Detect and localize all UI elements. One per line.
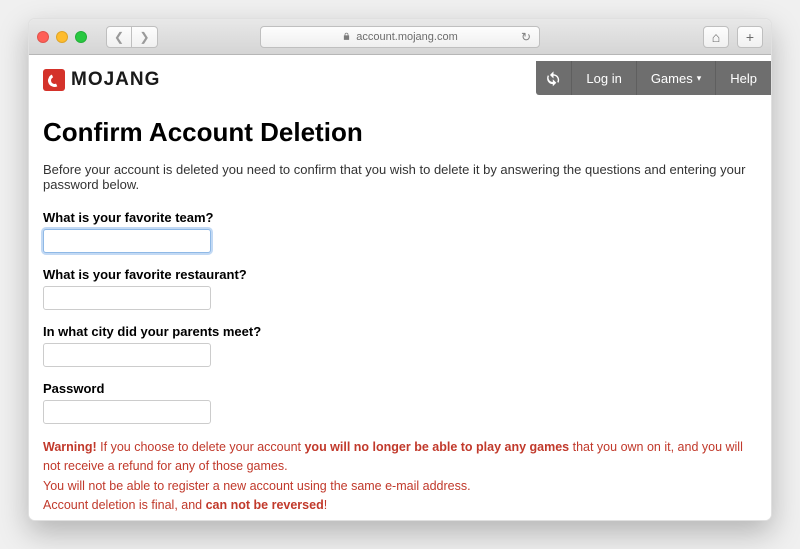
- password-label: Password: [43, 381, 757, 396]
- minimize-window-button[interactable]: [56, 31, 68, 43]
- q3-input[interactable]: [43, 343, 211, 367]
- tabs-icon: ⌂: [712, 29, 720, 45]
- refresh-icon: [545, 70, 562, 87]
- new-tab-button[interactable]: +: [737, 26, 763, 48]
- nav-login-link[interactable]: Log in: [572, 61, 636, 95]
- page-lead: Before your account is deleted you need …: [43, 162, 757, 192]
- url-host: account.mojang.com: [356, 31, 458, 43]
- page-body: Log in Games ▾ Help MOJANG Confirm Accou…: [29, 55, 771, 520]
- nav-arrows: ❮ ❯: [106, 26, 158, 48]
- close-window-button[interactable]: [37, 31, 49, 43]
- back-button[interactable]: ❮: [106, 26, 132, 48]
- zoom-window-button[interactable]: [75, 31, 87, 43]
- browser-titlebar: ❮ ❯ account.mojang.com ↻ ⌂ +: [29, 19, 771, 55]
- password-input[interactable]: [43, 400, 211, 424]
- reload-icon[interactable]: ↻: [521, 30, 531, 44]
- site-topnav: Log in Games ▾ Help: [536, 61, 771, 95]
- security-question-2: What is your favorite restaurant?: [43, 267, 757, 310]
- site-logo[interactable]: MOJANG: [43, 69, 160, 91]
- nav-help-label: Help: [730, 71, 757, 86]
- address-bar[interactable]: account.mojang.com ↻: [260, 26, 540, 48]
- warning-text: Warning! If you choose to delete your ac…: [43, 438, 757, 516]
- nav-games-label: Games: [651, 71, 693, 86]
- nav-login-label: Log in: [586, 71, 621, 86]
- q1-input[interactable]: [43, 229, 211, 253]
- q2-label: What is your favorite restaurant?: [43, 267, 757, 282]
- plus-icon: +: [746, 29, 754, 45]
- chevron-down-icon: ▾: [697, 73, 702, 84]
- show-tabs-button[interactable]: ⌂: [703, 26, 729, 48]
- q2-input[interactable]: [43, 286, 211, 310]
- logo-mark-icon: [43, 69, 65, 91]
- forward-button[interactable]: ❯: [132, 26, 158, 48]
- security-question-1: What is your favorite team?: [43, 210, 757, 253]
- topnav-refresh-button[interactable]: [536, 61, 572, 95]
- security-question-3: In what city did your parents meet?: [43, 324, 757, 367]
- main-content: Confirm Account Deletion Before your acc…: [43, 117, 757, 520]
- browser-window: ❮ ❯ account.mojang.com ↻ ⌂ + L: [28, 18, 772, 521]
- warning-prefix: Warning!: [43, 440, 97, 454]
- page-title: Confirm Account Deletion: [43, 117, 757, 148]
- chevron-right-icon: ❯: [139, 30, 149, 44]
- logo-text: MOJANG: [71, 69, 160, 91]
- lock-icon: [342, 32, 351, 41]
- q3-label: In what city did your parents meet?: [43, 324, 757, 339]
- password-field: Password: [43, 381, 757, 424]
- window-controls: [37, 31, 87, 43]
- chevron-left-icon: ❮: [114, 30, 124, 44]
- nav-games-link[interactable]: Games ▾: [637, 61, 716, 95]
- q1-label: What is your favorite team?: [43, 210, 757, 225]
- nav-help-link[interactable]: Help: [716, 61, 771, 95]
